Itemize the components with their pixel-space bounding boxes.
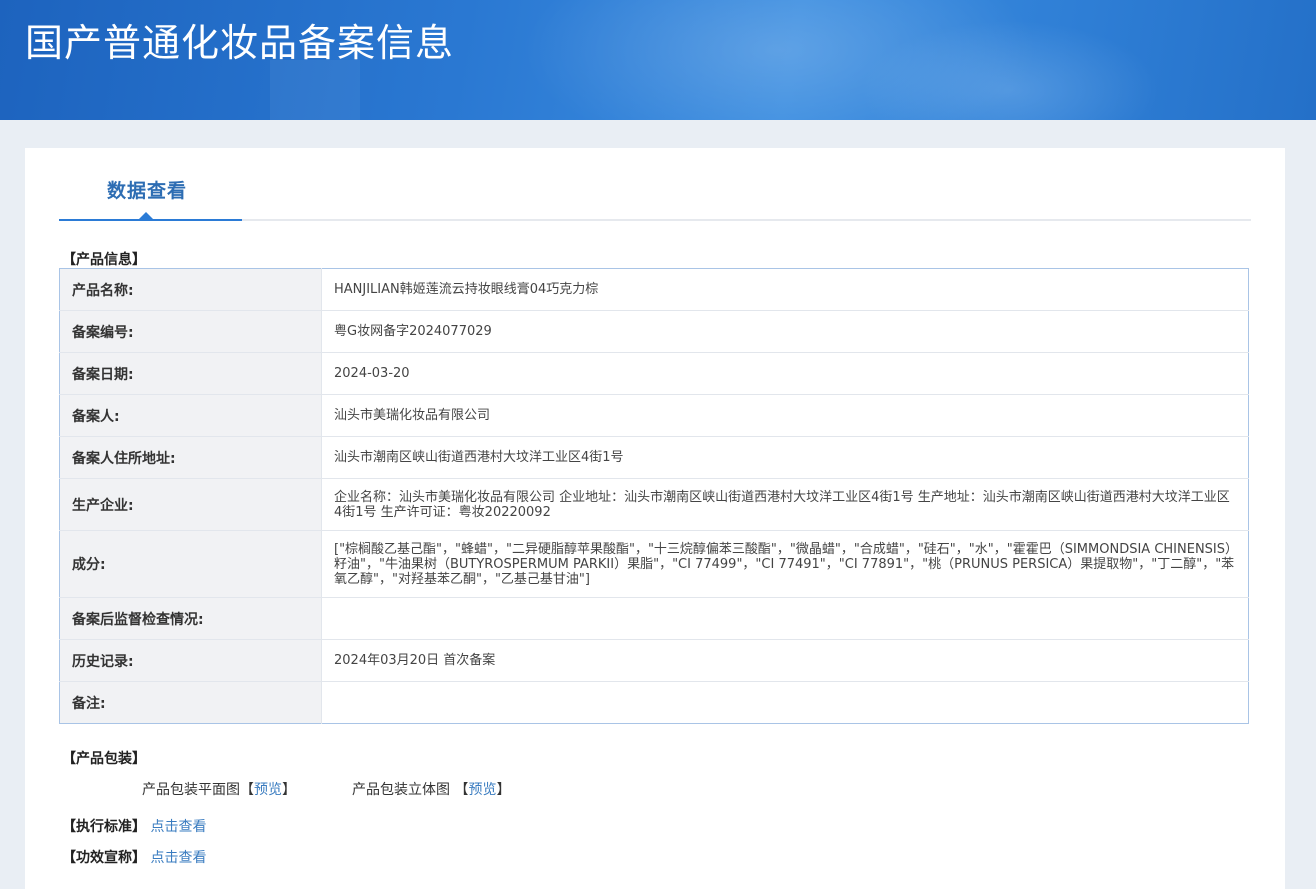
efficacy-view-link[interactable]: 点击查看 <box>150 850 206 866</box>
bracket-open: 【 <box>240 782 254 798</box>
row-value: HANJILIAN韩姬莲流云持妆眼线膏04巧克力棕 <box>334 282 599 297</box>
row-label: 备案人: <box>59 394 322 437</box>
packaging-stereo-label: 产品包装立体图 <box>352 782 450 798</box>
efficacy-title: 【功效宣称】 <box>62 850 146 866</box>
bracket-open: 【 <box>454 782 469 798</box>
banner-decoration <box>270 60 360 120</box>
row-value: 粤G妆网备字2024077029 <box>321 310 1249 353</box>
row-label: 备案日期: <box>59 352 322 395</box>
table-row: 备案人: 汕头市美瑞化妆品有限公司 <box>59 394 1249 437</box>
page-title: 国产普通化妆品备案信息 <box>25 21 455 65</box>
row-label: 成分: <box>59 530 322 598</box>
table-row: 备案编号: 粤G妆网备字2024077029 <box>59 310 1249 353</box>
product-info-title: 【产品信息】 <box>62 252 146 268</box>
standard-title: 【执行标准】 <box>62 819 146 835</box>
row-label: 备案编号: <box>59 310 322 353</box>
row-label: 备注: <box>59 681 322 724</box>
row-value: 企业名称：汕头市美瑞化妆品有限公司 企业地址：汕头市潮南区峡山街道西港村大坟洋工… <box>321 478 1249 531</box>
table-row: 产品名称: HANJILIAN韩姬莲流云持妆眼线膏04巧克力棕 <box>59 268 1249 311</box>
packaging-title: 【产品包装】 <box>62 751 146 767</box>
flat-preview-link[interactable]: 预览 <box>254 782 282 798</box>
packaging-stereo: 产品包装立体图 【预览】 <box>352 779 510 799</box>
product-info-table: 产品名称: HANJILIAN韩姬莲流云持妆眼线膏04巧克力棕 备案编号: 粤G… <box>59 268 1249 724</box>
row-label: 生产企业: <box>59 478 322 531</box>
standard-row: 【执行标准】 点击查看 <box>62 816 206 836</box>
table-row: 生产企业: 企业名称：汕头市美瑞化妆品有限公司 企业地址：汕头市潮南区峡山街道西… <box>59 478 1249 531</box>
table-row: 成分: ["棕榈酸乙基己酯"，"蜂蜡"，"二异硬脂醇苹果酸酯"，"十三烷醇偏苯三… <box>59 530 1249 598</box>
row-label: 备案后监督检查情况: <box>59 597 322 640</box>
table-row: 历史记录: 2024年03月20日 首次备案 <box>59 639 1249 682</box>
tab-caret-icon <box>139 212 153 219</box>
header-banner: 国产普通化妆品备案信息 <box>0 0 1316 120</box>
row-value: 2024-03-20 <box>321 352 1249 395</box>
row-label: 产品名称: <box>59 268 322 311</box>
table-row: 备注: <box>59 681 1249 724</box>
row-value: 汕头市美瑞化妆品有限公司 <box>321 394 1249 437</box>
stereo-preview-link[interactable]: 预览 <box>468 782 496 798</box>
packaging-flat-label: 产品包装平面图 <box>142 782 240 798</box>
tab-data-view[interactable]: 数据查看 <box>107 176 187 203</box>
row-label: 备案人住所地址: <box>59 436 322 479</box>
table-row: 备案日期: 2024-03-20 <box>59 352 1249 395</box>
row-value: ["棕榈酸乙基己酯"，"蜂蜡"，"二异硬脂醇苹果酸酯"，"十三烷醇偏苯三酸酯"，… <box>321 530 1249 598</box>
row-value <box>321 597 1249 640</box>
bracket-close: 】 <box>496 782 511 798</box>
row-value: 汕头市潮南区峡山街道西港村大坟洋工业区4街1号 <box>321 436 1249 479</box>
efficacy-row: 【功效宣称】 点击查看 <box>62 847 206 867</box>
table-row: 备案后监督检查情况: <box>59 597 1249 640</box>
table-row: 备案人住所地址: 汕头市潮南区峡山街道西港村大坟洋工业区4街1号 <box>59 436 1249 479</box>
tab-active-indicator <box>59 219 242 221</box>
content-card: 数据查看 【产品信息】 产品名称: HANJILIAN韩姬莲流云持妆眼线膏04巧… <box>25 148 1285 889</box>
row-label: 历史记录: <box>59 639 322 682</box>
bracket-close: 】 <box>282 782 296 798</box>
row-value: 2024年03月20日 首次备案 <box>321 639 1249 682</box>
packaging-flat: 产品包装平面图【预览】 <box>142 779 296 799</box>
row-value <box>321 681 1249 724</box>
standard-view-link[interactable]: 点击查看 <box>150 819 206 835</box>
